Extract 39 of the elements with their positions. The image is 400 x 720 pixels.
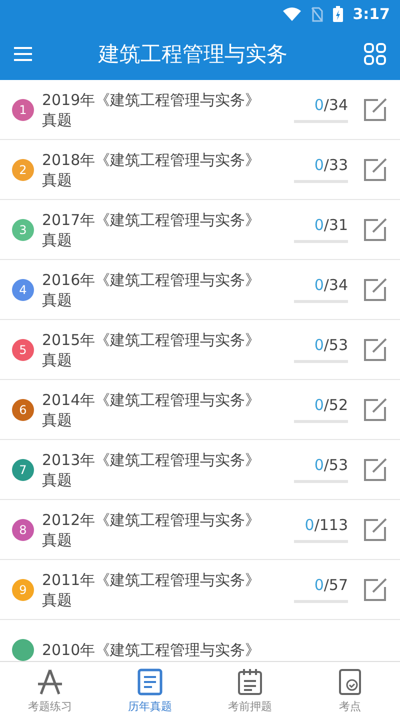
progress-count: 0/34 xyxy=(314,276,348,294)
progress-count: 0/34 xyxy=(314,96,348,114)
paper-subtitle: 真题 xyxy=(42,230,73,250)
app-title: 建筑工程管理与实务 xyxy=(97,41,288,68)
paper-title: 2013年《建筑工程管理与实务》 xyxy=(42,450,262,470)
paper-title: 2019年《建筑工程管理与实务》 xyxy=(42,90,262,110)
status-time: 3:17 xyxy=(352,5,390,23)
paper-title: 2017年《建筑工程管理与实务》 xyxy=(42,210,262,230)
paper-subtitle: 真题 xyxy=(42,530,73,550)
progress-count: 0/52 xyxy=(314,396,348,414)
progress-count: 0/53 xyxy=(314,456,348,474)
number-badge: 6 xyxy=(12,398,34,420)
paper-subtitle: 真题 xyxy=(42,170,73,190)
number-badge: 8 xyxy=(12,518,34,540)
number-badge: 2 xyxy=(12,158,34,180)
paper-title: 2015年《建筑工程管理与实务》 xyxy=(42,330,262,350)
paper-subtitle: 真题 xyxy=(42,590,73,610)
paper-title: 2011年《建筑工程管理与实务》 xyxy=(42,570,262,590)
number-badge: 9 xyxy=(12,578,34,600)
paper-title: 2010年《建筑工程管理与实务》 xyxy=(42,640,262,660)
paper-subtitle: 真题 xyxy=(42,110,73,130)
paper-subtitle: 真题 xyxy=(42,410,73,430)
paper-subtitle: 真题 xyxy=(42,290,73,310)
progress-count: 0/53 xyxy=(314,336,348,354)
paper-title: 2016年《建筑工程管理与实务》 xyxy=(42,270,262,290)
paper-subtitle: 真题 xyxy=(42,470,73,490)
progress-count: 0/31 xyxy=(314,216,348,234)
progress-count: 0/33 xyxy=(314,156,348,174)
paper-title: 2014年《建筑工程管理与实务》 xyxy=(42,390,262,410)
paper-subtitle: 真题 xyxy=(42,350,73,370)
number-badge: 3 xyxy=(12,218,34,240)
paper-title: 2012年《建筑工程管理与实务》 xyxy=(42,510,262,530)
number-badge: 7 xyxy=(12,458,34,480)
progress-count: 0/57 xyxy=(314,576,348,594)
paper-title: 2018年《建筑工程管理与实务》 xyxy=(42,150,262,170)
progress-count: 0/113 xyxy=(304,516,348,534)
number-badge: 4 xyxy=(12,278,34,300)
number-badge: 1 xyxy=(12,98,34,120)
number-badge: 5 xyxy=(12,338,34,360)
